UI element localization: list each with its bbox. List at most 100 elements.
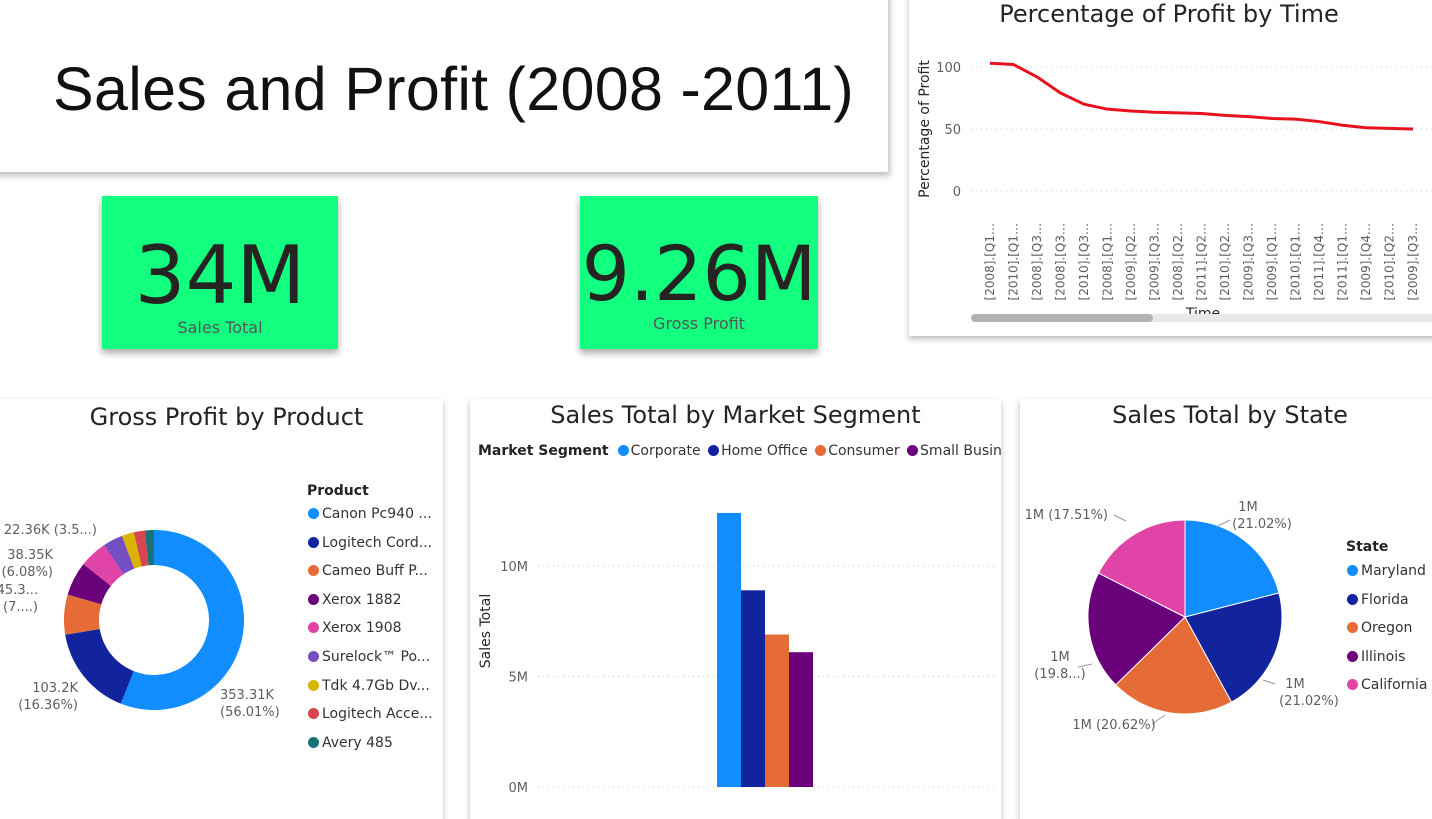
y-tick-label: 0M xyxy=(509,781,529,796)
pie-data-label: 1M xyxy=(1285,677,1305,692)
legend-dot xyxy=(1347,593,1358,605)
gross-profit-by-product-visual[interactable]: Gross Profit by Product 353.31K (56.01%) 1… xyxy=(0,399,443,819)
product-legend-title: Product xyxy=(307,483,369,499)
sales-total-card[interactable]: 34M Sales Total xyxy=(102,196,338,349)
donut-data-label: 45.3... xyxy=(0,583,38,598)
bar-consumer[interactable] xyxy=(765,634,789,787)
x-tick-label: [2009].[Q4… xyxy=(1359,223,1373,300)
y-tick-label: 50 xyxy=(944,123,961,138)
legend-label: Xerox 1908 xyxy=(322,620,402,637)
x-tick-label: [2010].[Q2… xyxy=(1383,223,1397,300)
legend-label: Illinois xyxy=(1361,648,1406,665)
x-tick-label: [2008].[Q2… xyxy=(1171,223,1185,300)
leader-line xyxy=(1113,514,1127,522)
x-tick-label: [2010].[Q3… xyxy=(1077,223,1091,300)
bar-small-business[interactable] xyxy=(789,652,813,787)
report-title-card: Sales and Profit (2008 -2011) xyxy=(0,0,888,172)
legend-label: Florida xyxy=(1361,591,1409,608)
pie-data-label: 1M (20.62%) xyxy=(1072,718,1155,733)
legend-dot xyxy=(308,679,319,691)
donut-data-label: (16.36%) xyxy=(18,698,78,713)
donut-data-label: 38.35K xyxy=(7,548,53,563)
sales-total-label: Sales Total xyxy=(177,318,263,337)
donut-data-label: 353.31K xyxy=(220,688,274,703)
legend-item-illinois[interactable]: Illinois xyxy=(1347,649,1405,665)
legend-dot xyxy=(308,508,319,519)
legend-item-canon-pc940[interactable]: Canon Pc940 ... xyxy=(308,506,432,522)
legend-item-florida[interactable]: Florida xyxy=(1347,592,1409,608)
gross-profit-donut-chart[interactable]: 353.31K (56.01%) 103.2K (16.36%) 45.3... (7..… xyxy=(0,399,443,819)
profit-line-series xyxy=(989,61,1414,131)
x-tick-label: [2008].[Q3… xyxy=(1054,223,1068,300)
scrollbar-thumb[interactable] xyxy=(971,314,1153,322)
legend-dot xyxy=(308,593,319,605)
legend-dot xyxy=(1347,565,1358,576)
legend-label: Xerox 1882 xyxy=(322,591,402,608)
legend-dot xyxy=(1347,650,1358,662)
legend-dot xyxy=(308,736,319,748)
pie-data-label: (21.02%) xyxy=(1279,694,1339,709)
pie-data-label: 1M (17.51%) xyxy=(1025,508,1108,523)
sales-by-state-visual[interactable]: Sales Total by State 1M (21.02%) 1M (21.02%… xyxy=(1020,399,1432,819)
x-tick-label: [2010].[Q2… xyxy=(1218,223,1232,300)
donut-data-label: 22.36K (3.5...) xyxy=(4,523,97,538)
sales-total-value: 34M xyxy=(134,229,306,322)
legend-dot xyxy=(308,622,319,634)
pie-data-label: (21.02%) xyxy=(1232,517,1292,532)
sales-by-segment-visual[interactable]: Sales Total by Market Segment Market Seg… xyxy=(470,399,1001,819)
x-tick-label: [2009].[Q2… xyxy=(1124,223,1138,300)
legend-dot xyxy=(1347,622,1358,634)
legend-dot xyxy=(308,536,319,548)
state-legend-title: State xyxy=(1346,539,1389,555)
donut-data-label: (6.08%) xyxy=(2,565,53,580)
x-tick-label: [2011].[Q4… xyxy=(1312,223,1326,300)
sales-by-state-pie-chart[interactable]: 1M (21.02%) 1M (21.02%) 1M (20.62%) 1M (19.8..… xyxy=(1020,399,1432,819)
legend-label: Oregon xyxy=(1361,620,1413,637)
legend-label: Cameo Buff P... xyxy=(322,563,428,580)
legend-label: California xyxy=(1361,677,1428,694)
pie-data-label: 1M xyxy=(1238,500,1258,515)
x-tick-label: [2008].[Q1… xyxy=(1101,223,1115,300)
x-tick-label: [2011].[Q2… xyxy=(1195,223,1209,300)
horizontal-scrollbar[interactable] xyxy=(971,314,1432,322)
x-tick-label: [2010].[Q1… xyxy=(1289,223,1303,300)
profit-by-time-chart[interactable]: 100 50 0 Percentage of Profit [2008].[Q1… [20… xyxy=(909,0,1432,336)
gross-profit-card[interactable]: 9.26M Gross Profit xyxy=(580,196,818,349)
x-tick-label: [2009].[Q1… xyxy=(1265,223,1279,300)
legend-dot xyxy=(308,708,319,720)
bar-corporate[interactable] xyxy=(717,512,741,787)
legend-label: Avery 485 xyxy=(322,734,393,751)
legend-item-logitech-acce[interactable]: Logitech Acce... xyxy=(308,706,433,722)
y-tick-label: 5M xyxy=(509,671,529,686)
bar-home-office[interactable] xyxy=(741,590,765,787)
legend-item-tdk-4-7gb-dv[interactable]: Tdk 4.7Gb Dv... xyxy=(308,678,430,694)
legend-label: Logitech Acce... xyxy=(322,706,433,723)
legend-label: Tdk 4.7Gb Dv... xyxy=(322,677,430,694)
legend-item-oregon[interactable]: Oregon xyxy=(1347,620,1412,636)
leader-line xyxy=(1262,679,1276,685)
x-tick-label: [2008].[Q3… xyxy=(1030,223,1044,300)
legend-label: Maryland xyxy=(1361,563,1426,579)
donut-data-label: (7....) xyxy=(3,600,38,615)
legend-item-avery-485[interactable]: Avery 485 xyxy=(308,735,393,751)
y-axis-label: Sales Total xyxy=(478,594,494,668)
x-tick-label: [2009].[Q3… xyxy=(1406,223,1420,300)
legend-item-cameo-buff-p[interactable]: Cameo Buff P... xyxy=(308,563,428,579)
sales-by-segment-chart[interactable]: 10M 5M 0M Sales Total xyxy=(470,399,1001,819)
pie-data-label: 1M xyxy=(1050,650,1070,665)
donut-data-label: 103.2K xyxy=(32,681,78,696)
legend-item-surelock-po[interactable]: Surelock™ Po... xyxy=(308,649,430,665)
y-axis-label: Percentage of Profit xyxy=(917,60,933,198)
leader-line xyxy=(1217,519,1231,527)
legend-item-maryland[interactable]: Maryland xyxy=(1347,563,1426,579)
profit-by-time-visual[interactable]: Percentage of Profit by Time 100 50 0 Perce… xyxy=(909,0,1432,336)
pie-data-label: (19.8...) xyxy=(1034,667,1086,682)
legend-label: Surelock™ Po... xyxy=(322,649,431,665)
legend-item-xerox-1908[interactable]: Xerox 1908 xyxy=(308,620,402,636)
x-tick-label: [2011].[Q1… xyxy=(1336,223,1350,300)
y-tick-label: 10M xyxy=(500,560,528,575)
x-tick-label: [2008].[Q1… xyxy=(983,223,997,300)
legend-item-logitech-cord[interactable]: Logitech Cord... xyxy=(308,535,432,551)
legend-item-xerox-1882[interactable]: Xerox 1882 xyxy=(308,592,402,608)
legend-item-california[interactable]: California xyxy=(1347,677,1427,693)
